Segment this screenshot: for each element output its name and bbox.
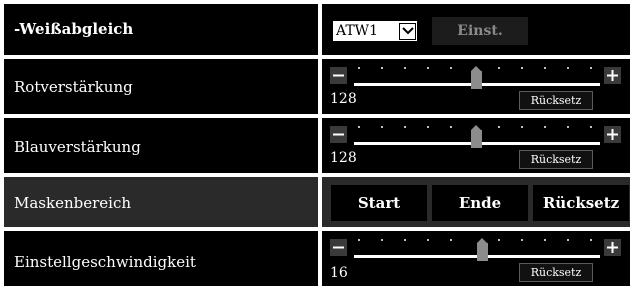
slider-tick bbox=[590, 67, 592, 69]
slider-tick bbox=[521, 67, 523, 69]
adjust-speed-row: Einstellgeschwindigkeit 16 Rücksetz bbox=[4, 231, 630, 286]
mask-end-button[interactable]: Ende bbox=[432, 185, 528, 221]
row-divider bbox=[318, 231, 322, 286]
slider-tick bbox=[404, 126, 406, 128]
slider-tick bbox=[567, 67, 569, 69]
blue-gain-value: 128 bbox=[330, 150, 357, 166]
slider-tick bbox=[358, 126, 360, 128]
slider-tick bbox=[498, 67, 500, 69]
mask-area-row: Maskenbereich Start Ende Rücksetz bbox=[4, 177, 630, 227]
slider-tick bbox=[381, 67, 383, 69]
slider-tick bbox=[358, 239, 360, 241]
red-gain-slider-thumb[interactable] bbox=[471, 66, 482, 89]
adjust-speed-reset-button[interactable]: Rücksetz bbox=[519, 263, 593, 282]
slider-tick bbox=[381, 239, 383, 241]
slider-tick bbox=[427, 126, 429, 128]
slider-tick bbox=[521, 239, 523, 241]
adjust-speed-slider-thumb[interactable] bbox=[477, 238, 488, 261]
blue-gain-reset-button[interactable]: Rücksetz bbox=[519, 150, 593, 169]
white-balance-title: -Weißabgleich bbox=[14, 20, 134, 38]
red-gain-value: 128 bbox=[330, 91, 357, 107]
white-balance-row: -Weißabgleich ATW1 Einst. bbox=[4, 4, 630, 55]
slider-tick bbox=[427, 239, 429, 241]
plus-icon[interactable] bbox=[604, 67, 621, 84]
slider-tick bbox=[450, 67, 452, 69]
slider-tick bbox=[544, 67, 546, 69]
blue-gain-slider-thumb[interactable] bbox=[471, 125, 482, 148]
slider-tick bbox=[590, 239, 592, 241]
adjust-speed-value: 16 bbox=[330, 265, 348, 281]
minus-icon[interactable] bbox=[330, 67, 347, 84]
adjust-speed-label: Einstellgeschwindigkeit bbox=[14, 253, 196, 271]
slider-tick bbox=[450, 239, 452, 241]
slider-tick bbox=[404, 239, 406, 241]
minus-icon[interactable] bbox=[330, 126, 347, 143]
plus-icon[interactable] bbox=[604, 126, 621, 143]
row-divider bbox=[318, 59, 322, 114]
slider-tick bbox=[358, 67, 360, 69]
slider-tick bbox=[521, 126, 523, 128]
slider-tick bbox=[498, 239, 500, 241]
red-gain-row: Rotverstärkung 128 Rücksetz bbox=[4, 59, 630, 114]
mask-start-button[interactable]: Start bbox=[331, 185, 427, 221]
row-divider bbox=[318, 118, 322, 173]
red-gain-label: Rotverstärkung bbox=[14, 78, 133, 96]
slider-tick bbox=[498, 126, 500, 128]
set-button[interactable]: Einst. bbox=[432, 17, 528, 45]
mask-area-label: Maskenbereich bbox=[14, 194, 132, 212]
white-balance-mode-select[interactable]: ATW1 bbox=[332, 20, 418, 42]
red-gain-reset-button[interactable]: Rücksetz bbox=[519, 91, 593, 110]
slider-tick bbox=[404, 67, 406, 69]
slider-tick bbox=[544, 239, 546, 241]
slider-tick bbox=[567, 126, 569, 128]
white-balance-mode-value: ATW1 bbox=[336, 23, 378, 39]
slider-tick bbox=[381, 126, 383, 128]
slider-tick bbox=[427, 67, 429, 69]
slider-tick bbox=[567, 239, 569, 241]
row-divider bbox=[318, 177, 322, 227]
slider-tick bbox=[544, 126, 546, 128]
row-divider bbox=[318, 4, 322, 55]
slider-tick bbox=[590, 126, 592, 128]
blue-gain-label: Blauverstärkung bbox=[14, 138, 141, 156]
blue-gain-row: Blauverstärkung 128 Rücksetz bbox=[4, 118, 630, 173]
plus-icon[interactable] bbox=[604, 239, 621, 256]
mask-reset-button[interactable]: Rücksetz bbox=[533, 185, 629, 221]
white-balance-panel: -Weißabgleich ATW1 Einst. Rotverstärkung bbox=[0, 0, 634, 286]
slider-tick bbox=[450, 126, 452, 128]
minus-icon[interactable] bbox=[330, 239, 347, 256]
chevron-down-icon[interactable] bbox=[399, 22, 416, 40]
